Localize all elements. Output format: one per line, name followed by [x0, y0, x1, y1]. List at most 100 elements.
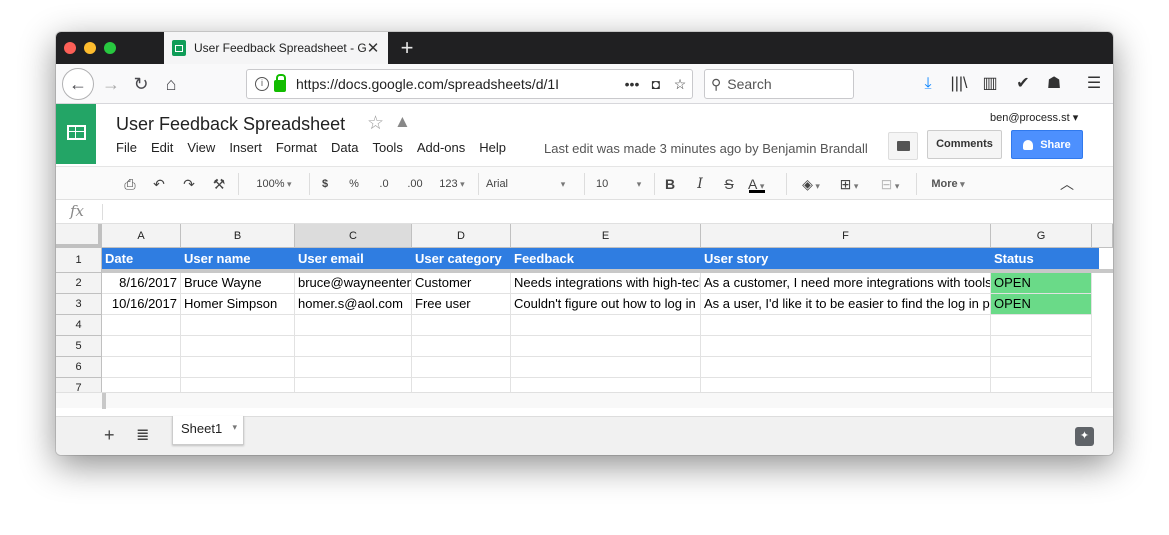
all-sheets-button[interactable]: ≣ [136, 425, 149, 445]
empty-cell[interactable] [511, 336, 701, 357]
font-size-chevron-icon[interactable]: ▾ [634, 173, 644, 195]
reload-icon[interactable]: ↻ [126, 69, 156, 99]
url-text[interactable]: https://docs.google.com/spreadsheets/d/1… [296, 76, 620, 92]
horizontal-scrollbar[interactable] [56, 392, 1113, 409]
empty-cell[interactable] [181, 357, 295, 378]
header-cell[interactable]: User story [701, 248, 991, 270]
table-cell[interactable]: 8/16/2017 [102, 273, 181, 294]
bookmark-star-icon[interactable]: ☆ [668, 76, 692, 93]
close-window-button[interactable] [64, 42, 76, 54]
font-family-select[interactable]: Arial [486, 173, 568, 195]
row-header-2[interactable]: 2 [56, 273, 102, 294]
formula-input[interactable] [110, 200, 1100, 224]
column-header-g[interactable]: G [991, 224, 1092, 248]
column-header-e[interactable]: E [511, 224, 701, 248]
row-header-1[interactable]: 1 [56, 248, 102, 273]
checkmark-icon[interactable]: ✔ [1011, 72, 1035, 96]
menu-insert[interactable]: Insert [229, 140, 262, 158]
table-cell[interactable]: 10/16/2017 [102, 294, 181, 315]
row-header-5[interactable]: 5 [56, 336, 102, 357]
status-badge[interactable]: OPEN [991, 294, 1092, 315]
sheets-logo-icon[interactable] [56, 104, 96, 164]
column-header-c[interactable]: C [295, 224, 412, 248]
empty-cell[interactable] [102, 336, 181, 357]
collapse-header-icon[interactable]: ︿ [1059, 173, 1075, 195]
currency-format-button[interactable]: $ [318, 173, 332, 195]
table-cell[interactable]: homer.s@aol.com [295, 294, 412, 315]
zoom-window-button[interactable] [104, 42, 116, 54]
back-icon[interactable]: ← [62, 68, 94, 100]
empty-cell[interactable] [701, 336, 991, 357]
status-badge[interactable]: OPEN [991, 273, 1092, 294]
table-cell[interactable]: Bruce Wayne [181, 273, 295, 294]
table-cell[interactable]: bruce@wayneenterprises.com [295, 273, 412, 294]
drive-folder-icon[interactable]: ▲ [394, 112, 411, 132]
fill-color-icon[interactable]: ◈ [794, 173, 828, 195]
percent-format-button[interactable]: % [346, 173, 362, 195]
menu-view[interactable]: View [187, 140, 215, 158]
frozen-column-divider[interactable] [102, 393, 106, 409]
url-bar[interactable]: i https://docs.google.com/spreadsheets/d… [246, 69, 693, 99]
empty-cell[interactable] [511, 357, 701, 378]
minimize-window-button[interactable] [84, 42, 96, 54]
home-icon[interactable]: ⌂ [156, 69, 186, 99]
more-toolbar-button[interactable]: More [926, 173, 970, 195]
row-header-6[interactable]: 6 [56, 357, 102, 378]
row-header-3[interactable]: 3 [56, 294, 102, 315]
column-header-d[interactable]: D [412, 224, 511, 248]
page-actions-icon[interactable]: ••• [620, 76, 644, 92]
header-cell[interactable]: Status [991, 248, 1092, 270]
table-cell[interactable]: Homer Simpson [181, 294, 295, 315]
paint-format-icon[interactable]: ⚒ [209, 173, 229, 195]
pocket-icon[interactable]: ◘ [644, 76, 668, 92]
empty-cell[interactable] [295, 357, 412, 378]
column-header-a[interactable]: A [102, 224, 181, 248]
empty-cell[interactable] [412, 336, 511, 357]
empty-cell[interactable] [295, 336, 412, 357]
empty-cell[interactable] [102, 357, 181, 378]
column-header-b[interactable]: B [181, 224, 295, 248]
bold-button[interactable]: B [662, 173, 678, 195]
select-all-corner[interactable] [56, 224, 102, 248]
header-cell[interactable]: User category [412, 248, 511, 270]
table-cell[interactable]: As a customer, I need more integrations … [701, 273, 991, 294]
redo-icon[interactable]: ↷ [179, 173, 199, 195]
empty-cell[interactable] [991, 357, 1092, 378]
empty-cell[interactable] [701, 315, 991, 336]
header-cell[interactable]: Date [102, 248, 181, 270]
increase-decimal-button[interactable]: .00 [404, 173, 426, 195]
empty-cell[interactable] [412, 357, 511, 378]
add-sheet-button[interactable]: + [104, 425, 115, 446]
header-cell[interactable]: User name [181, 248, 295, 270]
menu-file[interactable]: File [116, 140, 137, 158]
print-icon[interactable]: ⎙ [120, 173, 140, 195]
share-button[interactable]: Share [1011, 130, 1083, 159]
table-cell[interactable]: Needs integrations with high-tech gadget… [511, 273, 701, 294]
column-header-f[interactable]: F [701, 224, 991, 248]
undo-icon[interactable]: ↶ [149, 173, 169, 195]
sidebar-icon[interactable]: ▥ [978, 72, 1002, 96]
header-cell[interactable]: User email [295, 248, 412, 270]
empty-cell[interactable] [181, 336, 295, 357]
chevron-down-icon[interactable]: ▾ [232, 422, 237, 433]
menu-data[interactable]: Data [331, 140, 358, 158]
table-cell[interactable]: As a user, I'd like it to be easier to f… [701, 294, 991, 315]
empty-cell[interactable] [991, 336, 1092, 357]
italic-button[interactable]: I [692, 173, 708, 195]
empty-cell[interactable] [701, 357, 991, 378]
empty-cell[interactable] [102, 315, 181, 336]
sheet-tab-sheet1[interactable]: Sheet1 ▾ [172, 416, 244, 445]
zoom-select[interactable]: 100% [248, 173, 300, 195]
empty-cell[interactable] [991, 315, 1092, 336]
strikethrough-button[interactable]: S [721, 173, 737, 195]
empty-cell[interactable] [511, 315, 701, 336]
menu-format[interactable]: Format [276, 140, 317, 158]
merge-cells-icon[interactable]: ⊟ [874, 173, 906, 195]
search-input[interactable]: ⚲ Search [704, 69, 854, 99]
menu-icon[interactable]: ☰ [1082, 72, 1106, 96]
empty-cell[interactable] [412, 315, 511, 336]
extension-icon[interactable]: ☗ [1042, 72, 1066, 96]
account-menu[interactable]: ben@process.st ▾ [990, 111, 1078, 124]
table-cell[interactable]: Customer [412, 273, 511, 294]
borders-icon[interactable]: ⊞ [834, 173, 864, 195]
